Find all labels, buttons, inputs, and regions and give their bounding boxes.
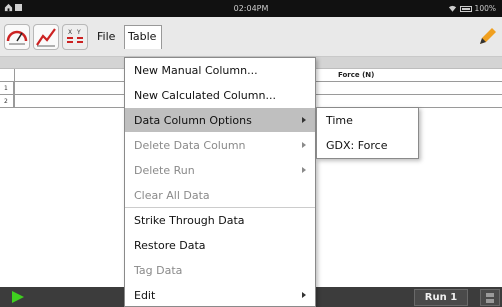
table-view-icon[interactable]: X Y: [62, 24, 88, 50]
meter-icon[interactable]: [4, 24, 30, 50]
table-dropdown-menu: New Manual Column... New Calculated Colu…: [124, 57, 316, 307]
battery-icon: [459, 5, 472, 12]
column-header-force[interactable]: Force (N): [338, 71, 374, 79]
menu-item-edit[interactable]: Edit: [125, 283, 315, 307]
menu-item-label: Edit: [134, 289, 156, 302]
menu-item-data-column-options[interactable]: Data Column Options: [125, 108, 315, 132]
menu-item-label: Data Column Options: [134, 114, 252, 127]
file-menu[interactable]: File: [97, 30, 115, 43]
submenu-item-label: GDX: Force: [326, 139, 388, 152]
menu-item-delete-run[interactable]: Delete Run: [125, 158, 315, 182]
meter-icon-graphic: [6, 30, 28, 45]
toolbar: X Y File Table: [0, 17, 502, 57]
submenu-arrow-icon: [302, 292, 306, 298]
menu-item-new-manual-column[interactable]: New Manual Column...: [125, 58, 315, 82]
graph-icon[interactable]: [33, 24, 59, 50]
menu-item-label: Delete Data Column: [134, 139, 246, 152]
menu-item-new-calculated-column[interactable]: New Calculated Column...: [125, 83, 315, 107]
row-number: 2: [0, 95, 14, 108]
menu-item-label: New Manual Column...: [134, 64, 258, 77]
status-indicators: 100%: [448, 4, 496, 13]
menu-item-label: Restore Data: [134, 239, 206, 252]
submenu-arrow-icon: [302, 117, 306, 123]
submenu-arrow-icon: [302, 142, 306, 148]
row-number: 1: [0, 82, 14, 95]
submenu-item-time[interactable]: Time: [317, 108, 418, 133]
wifi-icon: [448, 5, 456, 12]
column-divider: [14, 69, 15, 108]
menu-item-restore-data[interactable]: Restore Data: [125, 233, 315, 257]
menu-item-label: Delete Run: [134, 164, 195, 177]
menu-item-delete-data-column[interactable]: Delete Data Column: [125, 133, 315, 157]
run-selector-button[interactable]: Run 1: [414, 289, 468, 306]
data-column-options-submenu: Time GDX: Force: [316, 107, 419, 159]
graph-icon-graphic: [36, 28, 56, 47]
submenu-item-gdx-force[interactable]: GDX: Force: [317, 133, 418, 158]
status-bar: 02:04PM 100%: [0, 0, 502, 17]
menu-item-label: New Calculated Column...: [134, 89, 276, 102]
play-icon[interactable]: [12, 291, 24, 303]
menu-item-clear-all-data[interactable]: Clear All Data: [125, 183, 315, 207]
clock: 02:04PM: [233, 4, 269, 13]
table-view-icon-graphic: X Y: [67, 29, 83, 43]
menu-item-label: Clear All Data: [134, 189, 210, 202]
submenu-arrow-icon: [302, 167, 306, 173]
svg-text:X: X: [68, 29, 72, 36]
svg-text:Y: Y: [76, 29, 81, 36]
battery-level: 100%: [474, 4, 496, 13]
run-options-icon: [486, 293, 494, 303]
menu-item-label: Tag Data: [134, 264, 183, 277]
submenu-item-label: Time: [326, 114, 353, 127]
run-options-button[interactable]: [480, 289, 500, 306]
menu-item-tag-data[interactable]: Tag Data: [125, 258, 315, 282]
pencil-icon[interactable]: [476, 26, 498, 48]
menu-item-strike-through-data[interactable]: Strike Through Data: [125, 208, 315, 232]
menu-item-label: Strike Through Data: [134, 214, 245, 227]
table-menu[interactable]: Table: [128, 30, 156, 43]
